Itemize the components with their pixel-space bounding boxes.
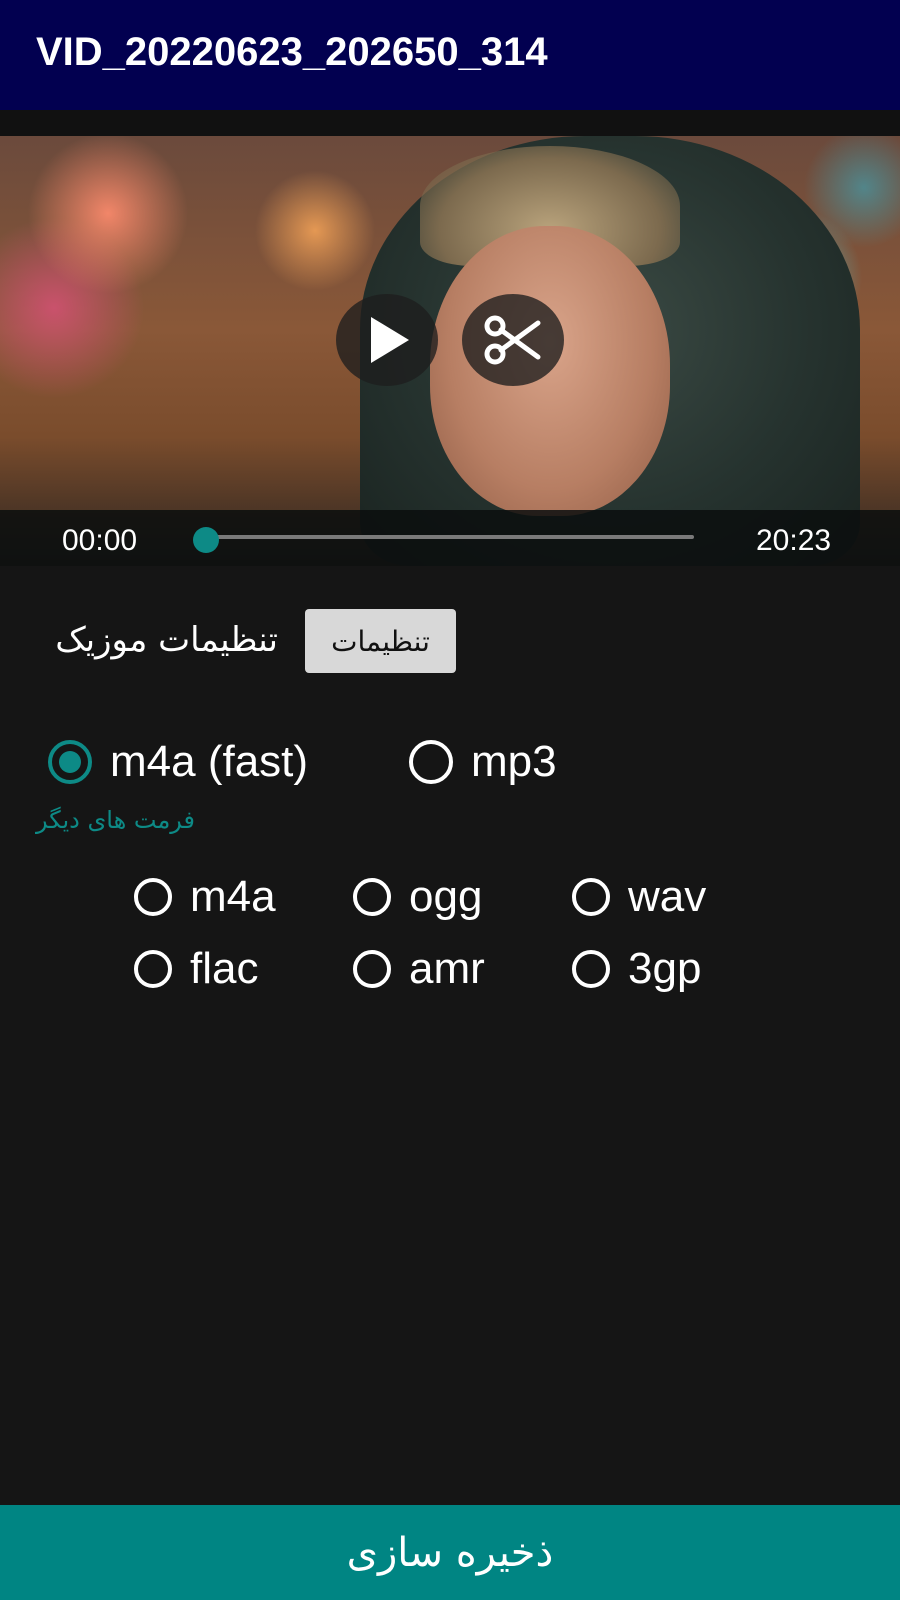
radio-flac[interactable]: flac (134, 944, 258, 994)
save-button[interactable]: ذخیره سازی (0, 1505, 900, 1600)
current-time: 00:00 (62, 524, 138, 557)
radio-label: m4a (190, 872, 276, 921)
app-bar: VID_20220623_202650_314 (0, 0, 900, 110)
radio-checked-icon (48, 740, 92, 784)
music-settings-label: تنظیمات موزیک (55, 620, 278, 660)
radio-unchecked-icon (353, 878, 391, 916)
radio-label: flac (190, 944, 259, 993)
radio-label: 3gp (628, 944, 702, 993)
radio-ogg[interactable]: ogg (353, 872, 482, 922)
radio-m4a[interactable]: m4a (134, 872, 276, 922)
radio-unchecked-icon (409, 740, 453, 784)
radio-unchecked-icon (134, 950, 172, 988)
divider (0, 110, 900, 136)
radio-mp3[interactable]: mp3 (409, 737, 557, 787)
radio-unchecked-icon (353, 950, 391, 988)
radio-label: amr (409, 944, 485, 993)
radio-label: wav (628, 872, 707, 921)
seek-thumb[interactable] (193, 527, 219, 553)
radio-unchecked-icon (572, 950, 610, 988)
radio-label: ogg (409, 872, 483, 921)
radio-m4a-fast[interactable]: m4a (fast) (48, 737, 308, 787)
scissors-icon (484, 315, 541, 365)
radio-label: mp3 (471, 737, 557, 786)
total-time: 20:23 (756, 524, 832, 557)
radio-amr[interactable]: amr (353, 944, 485, 994)
play-icon (371, 317, 409, 363)
radio-unchecked-icon (134, 878, 172, 916)
video-title: VID_20220623_202650_314 (36, 30, 548, 74)
radio-unchecked-icon (572, 878, 610, 916)
other-formats-title: فرمت های دیگر (36, 806, 196, 834)
radio-3gp[interactable]: 3gp (572, 944, 701, 994)
settings-button[interactable]: تنظیمات (305, 609, 456, 673)
cut-button[interactable] (462, 294, 564, 386)
play-button[interactable] (336, 294, 438, 386)
video-player[interactable]: 00:00 20:23 (0, 136, 900, 566)
radio-wav[interactable]: wav (572, 872, 706, 922)
seek-track[interactable] (206, 535, 694, 539)
radio-label: m4a (fast) (110, 737, 309, 786)
